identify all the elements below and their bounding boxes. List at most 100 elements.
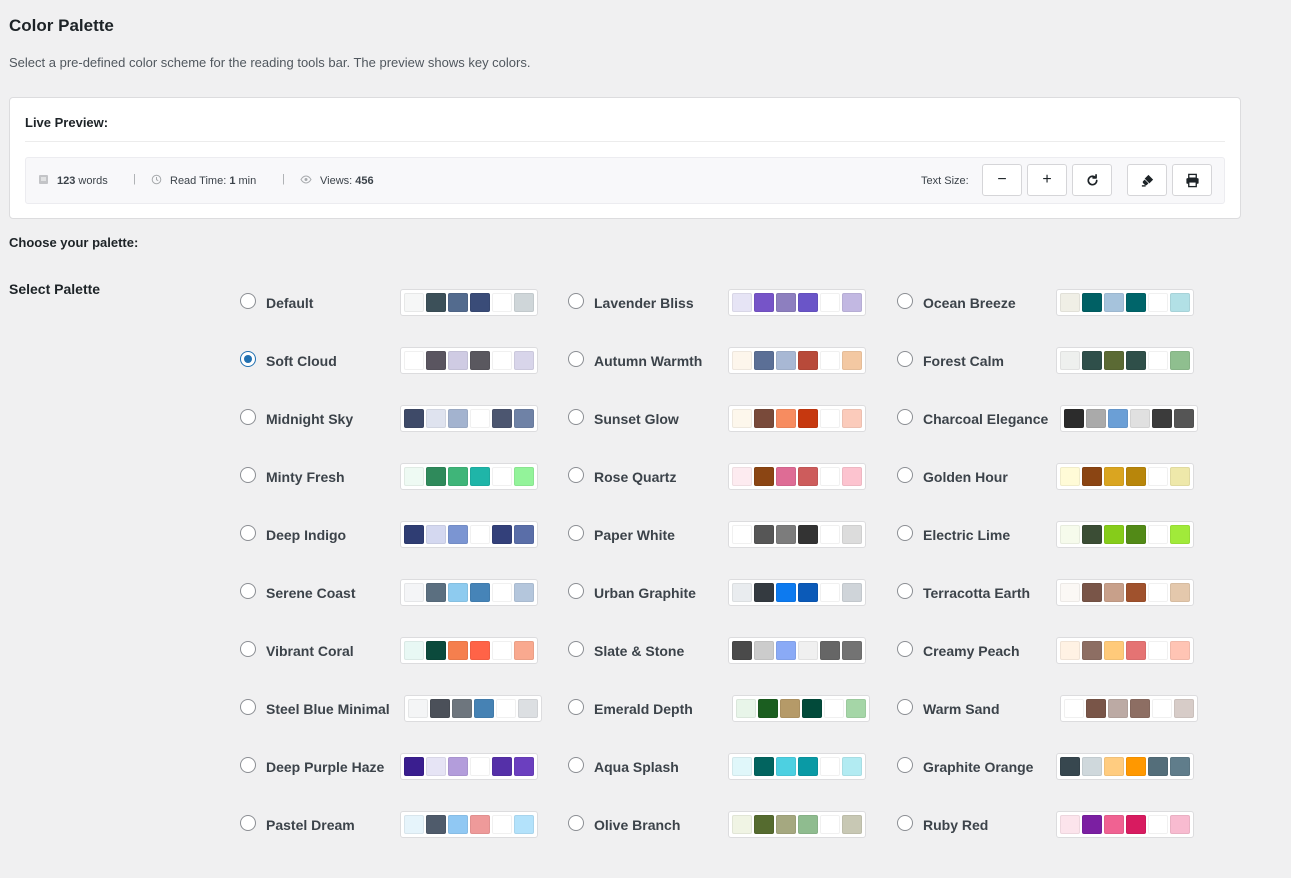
- palette-preview-electric-lime[interactable]: [1056, 521, 1194, 548]
- color-swatch: [754, 293, 774, 312]
- color-swatch: [1082, 583, 1102, 602]
- palette-name[interactable]: Steel Blue Minimal: [266, 695, 390, 723]
- palette-name[interactable]: Golden Hour: [923, 463, 1008, 491]
- palette-preview-urban-graphite[interactable]: [728, 579, 866, 606]
- palette-preview-olive-branch[interactable]: [728, 811, 866, 838]
- palette-radio-autumn-warmth[interactable]: [568, 351, 584, 367]
- palette-radio-creamy-peach[interactable]: [897, 641, 913, 657]
- palette-radio-midnight-sky[interactable]: [240, 409, 256, 425]
- palette-radio-aqua-splash[interactable]: [568, 757, 584, 773]
- palette-radio-paper-white[interactable]: [568, 525, 584, 541]
- palette-radio-terracotta-earth[interactable]: [897, 583, 913, 599]
- palette-radio-serene-coast[interactable]: [240, 583, 256, 599]
- palette-preview-forest-calm[interactable]: [1056, 347, 1194, 374]
- palette-preview-golden-hour[interactable]: [1056, 463, 1194, 490]
- palette-radio-ruby-red[interactable]: [897, 815, 913, 831]
- palette-radio-electric-lime[interactable]: [897, 525, 913, 541]
- palette-radio-deep-purple-haze[interactable]: [240, 757, 256, 773]
- palette-preview-serene-coast[interactable]: [400, 579, 538, 606]
- palette-name[interactable]: Serene Coast: [266, 579, 355, 607]
- palette-radio-minty-fresh[interactable]: [240, 467, 256, 483]
- palette-preview-rose-quartz[interactable]: [728, 463, 866, 490]
- palette-preview-creamy-peach[interactable]: [1056, 637, 1194, 664]
- palette-preview-pastel-dream[interactable]: [400, 811, 538, 838]
- palette-preview-sunset-glow[interactable]: [728, 405, 866, 432]
- palette-name[interactable]: Slate & Stone: [594, 637, 684, 665]
- palette-name[interactable]: Sunset Glow: [594, 405, 679, 433]
- palette-preview-midnight-sky[interactable]: [400, 405, 538, 432]
- palette-preview-slate-stone[interactable]: [728, 637, 866, 664]
- palette-preview-aqua-splash[interactable]: [728, 753, 866, 780]
- palette-name[interactable]: Autumn Warmth: [594, 347, 702, 375]
- palette-name[interactable]: Aqua Splash: [594, 753, 679, 781]
- palette-preview-deep-indigo[interactable]: [400, 521, 538, 548]
- palette-preview-minty-fresh[interactable]: [400, 463, 538, 490]
- palette-name[interactable]: Deep Purple Haze: [266, 753, 384, 781]
- palette-preview-charcoal-elegance[interactable]: [1060, 405, 1198, 432]
- palette-preview-terracotta-earth[interactable]: [1056, 579, 1194, 606]
- increase-text-size-button[interactable]: +: [1027, 164, 1067, 196]
- palette-name[interactable]: Urban Graphite: [594, 579, 696, 607]
- palette-name[interactable]: Graphite Orange: [923, 753, 1033, 781]
- palette-preview-warm-sand[interactable]: [1060, 695, 1198, 722]
- palette-name[interactable]: Emerald Depth: [594, 695, 693, 723]
- palette-preview-default[interactable]: [400, 289, 538, 316]
- palette-name[interactable]: Olive Branch: [594, 811, 680, 839]
- palette-radio-emerald-depth[interactable]: [568, 699, 584, 715]
- palette-radio-rose-quartz[interactable]: [568, 467, 584, 483]
- palette-name[interactable]: Charcoal Elegance: [923, 405, 1048, 433]
- palette-radio-golden-hour[interactable]: [897, 467, 913, 483]
- palette-name[interactable]: Creamy Peach: [923, 637, 1020, 665]
- palette-preview-ocean-breeze[interactable]: [1056, 289, 1194, 316]
- palette-preview-deep-purple-haze[interactable]: [400, 753, 538, 780]
- palette-radio-soft-cloud[interactable]: [240, 351, 256, 367]
- palette-preview-autumn-warmth[interactable]: [728, 347, 866, 374]
- palette-preview-paper-white[interactable]: [728, 521, 866, 548]
- palette-name[interactable]: Rose Quartz: [594, 463, 676, 491]
- palette-radio-default[interactable]: [240, 293, 256, 309]
- palette-radio-deep-indigo[interactable]: [240, 525, 256, 541]
- palette-name[interactable]: Soft Cloud: [266, 347, 337, 375]
- palette-preview-soft-cloud[interactable]: [400, 347, 538, 374]
- color-swatch: [470, 293, 490, 312]
- color-swatch: [842, 467, 862, 486]
- reset-text-size-button[interactable]: [1072, 164, 1112, 196]
- palette-radio-urban-graphite[interactable]: [568, 583, 584, 599]
- palette-name[interactable]: Paper White: [594, 521, 675, 549]
- palette-preview-steel-blue-minimal[interactable]: [404, 695, 542, 722]
- palette-radio-vibrant-coral[interactable]: [240, 641, 256, 657]
- print-button[interactable]: [1172, 164, 1212, 196]
- palette-radio-sunset-glow[interactable]: [568, 409, 584, 425]
- palette-preview-emerald-depth[interactable]: [732, 695, 870, 722]
- palette-name[interactable]: Default: [266, 289, 313, 317]
- palette-preview-lavender-bliss[interactable]: [728, 289, 866, 316]
- color-swatch: [404, 525, 424, 544]
- palette-preview-ruby-red[interactable]: [1056, 811, 1194, 838]
- highlight-button[interactable]: [1127, 164, 1167, 196]
- palette-radio-warm-sand[interactable]: [897, 699, 913, 715]
- palette-name[interactable]: Lavender Bliss: [594, 289, 694, 317]
- palette-name[interactable]: Ocean Breeze: [923, 289, 1016, 317]
- palette-radio-charcoal-elegance[interactable]: [897, 409, 913, 425]
- palette-radio-forest-calm[interactable]: [897, 351, 913, 367]
- palette-name[interactable]: Deep Indigo: [266, 521, 346, 549]
- decrease-text-size-button[interactable]: −: [982, 164, 1022, 196]
- palette-name[interactable]: Pastel Dream: [266, 811, 355, 839]
- palette-name[interactable]: Midnight Sky: [266, 405, 353, 433]
- palette-name[interactable]: Vibrant Coral: [266, 637, 354, 665]
- palette-radio-olive-branch[interactable]: [568, 815, 584, 831]
- palette-radio-graphite-orange[interactable]: [897, 757, 913, 773]
- palette-radio-lavender-bliss[interactable]: [568, 293, 584, 309]
- palette-preview-graphite-orange[interactable]: [1056, 753, 1194, 780]
- palette-radio-pastel-dream[interactable]: [240, 815, 256, 831]
- palette-preview-vibrant-coral[interactable]: [400, 637, 538, 664]
- palette-name[interactable]: Terracotta Earth: [923, 579, 1030, 607]
- palette-name[interactable]: Forest Calm: [923, 347, 1004, 375]
- palette-name[interactable]: Warm Sand: [923, 695, 1000, 723]
- palette-name[interactable]: Minty Fresh: [266, 463, 345, 491]
- palette-name[interactable]: Electric Lime: [923, 521, 1010, 549]
- palette-name[interactable]: Ruby Red: [923, 811, 988, 839]
- palette-radio-steel-blue-minimal[interactable]: [240, 699, 256, 715]
- palette-radio-slate-stone[interactable]: [568, 641, 584, 657]
- palette-radio-ocean-breeze[interactable]: [897, 293, 913, 309]
